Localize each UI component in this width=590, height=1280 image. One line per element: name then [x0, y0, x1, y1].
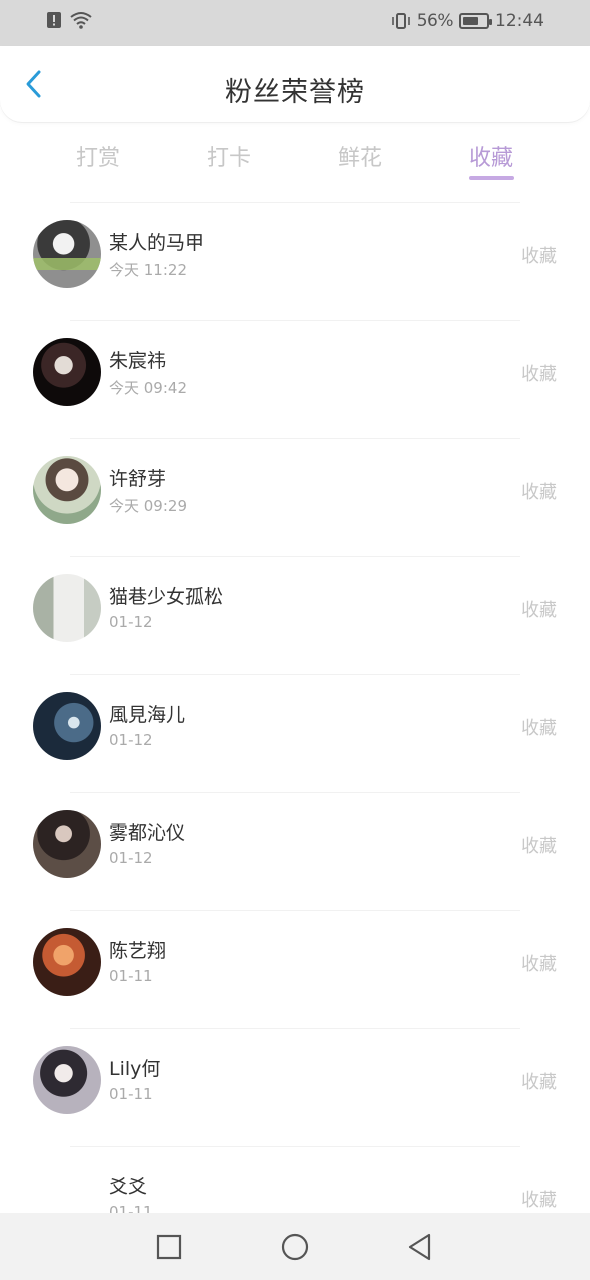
status-bar: 56% 12:44	[0, 0, 590, 46]
divider	[70, 556, 520, 557]
avatar[interactable]	[33, 692, 101, 760]
vibrate-icon	[391, 13, 410, 29]
divider	[70, 202, 520, 203]
favorite-label: 收藏	[521, 1072, 557, 1093]
favorite-label: 收藏	[521, 246, 557, 267]
list-item[interactable]: 猫巷少女孤松 01-12 收藏	[0, 556, 590, 674]
fan-name: 風見海儿	[109, 704, 186, 726]
favorite-label: 收藏	[521, 954, 557, 975]
notification-alert-icon	[47, 12, 61, 28]
fan-time: 今天 09:42	[109, 379, 187, 397]
fan-name: Lily何	[109, 1058, 161, 1080]
favorite-label: 收藏	[521, 600, 557, 621]
tab-favorites[interactable]: 收藏	[451, 140, 531, 172]
favorite-label: 收藏	[521, 1190, 557, 1211]
fan-name: 朱宸祎	[109, 350, 167, 372]
avatar[interactable]	[33, 456, 101, 524]
fan-name: 许舒芽	[109, 468, 167, 490]
page-title: 粉丝荣誉榜	[225, 77, 365, 108]
divider	[70, 320, 520, 321]
system-nav-bar	[0, 1213, 590, 1280]
home-icon[interactable]	[281, 1233, 309, 1261]
active-tab-indicator	[469, 176, 514, 180]
battery-icon	[459, 13, 492, 29]
list-item[interactable]: 朱宸祎 今天 09:42 收藏	[0, 320, 590, 438]
avatar[interactable]	[33, 220, 101, 288]
clock: 12:44	[495, 11, 544, 31]
avatar[interactable]	[33, 574, 101, 642]
status-icons-right: 56% 12:44	[391, 11, 544, 31]
avatar[interactable]	[33, 1046, 101, 1114]
divider	[70, 1028, 520, 1029]
divider	[70, 910, 520, 911]
list-item[interactable]: 風見海儿 01-12 收藏	[0, 674, 590, 792]
fan-time: 01-11	[109, 967, 153, 985]
fan-name: 猫巷少女孤松	[109, 586, 224, 608]
wifi-icon	[70, 12, 92, 29]
header: 粉丝荣誉榜	[0, 46, 590, 122]
battery-percent: 56%	[416, 11, 454, 31]
list-item[interactable]: 许舒芽 今天 09:29 收藏	[0, 438, 590, 556]
fan-name: 某人的马甲	[109, 232, 205, 254]
fan-time: 01-12	[109, 731, 153, 749]
divider	[70, 674, 520, 675]
divider	[70, 792, 520, 793]
tab-reward[interactable]: 打赏	[58, 140, 138, 172]
divider	[70, 438, 520, 439]
favorite-label: 收藏	[521, 718, 557, 739]
list-item[interactable]: 某人的马甲 今天 11:22 收藏	[0, 202, 590, 320]
favorite-label: 收藏	[521, 482, 557, 503]
favorite-label: 收藏	[521, 836, 557, 857]
list-item[interactable]: 雾都沁仪 01-12 收藏	[0, 792, 590, 910]
tab-flowers[interactable]: 鲜花	[320, 140, 400, 172]
fan-name: 陈艺翔	[109, 940, 167, 962]
status-icons-left	[46, 11, 92, 29]
back-nav-icon[interactable]	[406, 1233, 434, 1261]
divider	[70, 1146, 520, 1147]
fan-name: 雾都沁仪	[109, 822, 186, 844]
fan-time: 01-12	[109, 849, 153, 867]
fan-time: 今天 11:22	[109, 261, 187, 279]
tab-checkin[interactable]: 打卡	[189, 140, 269, 172]
avatar[interactable]	[33, 338, 101, 406]
recent-apps-icon[interactable]	[155, 1233, 183, 1261]
list-item[interactable]: 陈艺翔 01-11 收藏	[0, 910, 590, 1028]
avatar[interactable]	[33, 928, 101, 996]
fan-name: 爻爻	[109, 1176, 148, 1198]
favorite-label: 收藏	[521, 364, 557, 385]
list-item[interactable]: Lily何 01-11 收藏	[0, 1028, 590, 1146]
fan-time: 今天 09:29	[109, 497, 187, 515]
fan-time: 01-11	[109, 1085, 153, 1103]
tab-bar: 打赏 打卡 鲜花 收藏	[0, 132, 590, 188]
avatar[interactable]	[33, 810, 101, 878]
fan-time: 01-12	[109, 613, 153, 631]
